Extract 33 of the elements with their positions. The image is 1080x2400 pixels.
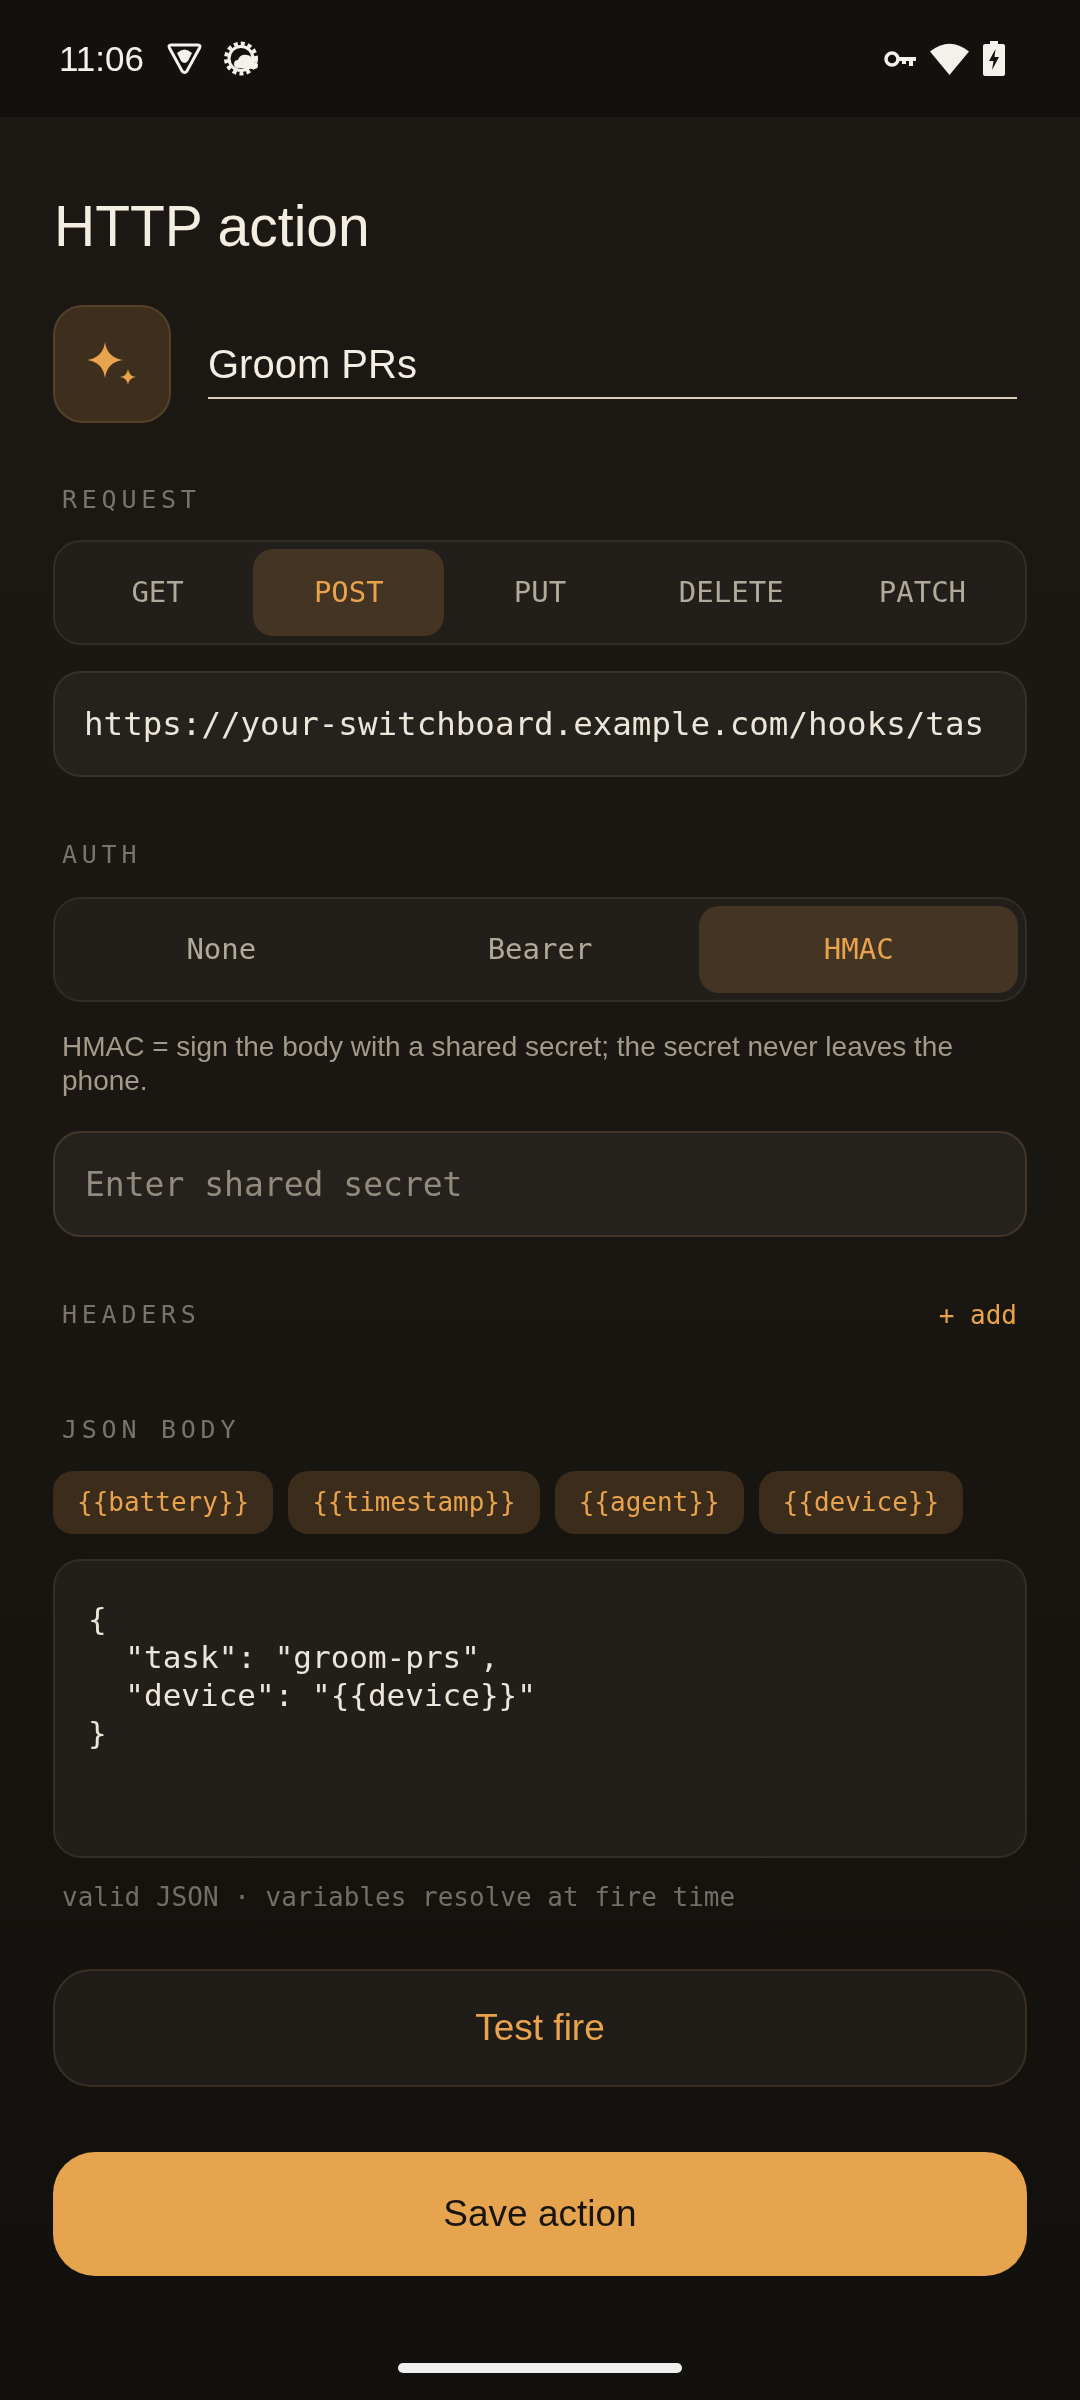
page-title: HTTP action — [53, 193, 371, 260]
triangle-badge-icon — [167, 43, 202, 74]
method-tab[interactable]: DELETE — [635, 549, 827, 636]
save-button[interactable]: Save action — [53, 2152, 1027, 2276]
variable-chip[interactable]: {{timestamp}} — [288, 1471, 540, 1534]
wifi-icon — [930, 42, 969, 75]
add-header-link[interactable]: + add — [938, 1300, 1017, 1330]
section-label: JSON BODY — [61, 1415, 241, 1445]
method-tab[interactable]: PUT — [444, 549, 636, 636]
method-tab[interactable]: PATCH — [826, 549, 1018, 636]
body-hint: valid JSON · variables resolve at fire time — [61, 1881, 737, 1913]
method-tab[interactable]: POST — [253, 549, 445, 636]
auth-tab[interactable]: None — [62, 906, 381, 993]
name-field[interactable]: Groom PRs — [208, 340, 1017, 399]
auth-note: HMAC = sign the body with a shared secret; the secret never leaves the phone. — [61, 1030, 954, 1098]
key-icon — [884, 48, 917, 69]
method-tab[interactable]: GET — [62, 549, 254, 636]
action-icon-tile[interactable] — [53, 305, 171, 423]
url-field[interactable]: https://your-switchboard.example.com/hooks/tas — [53, 671, 1027, 777]
secret-field[interactable]: Enter shared secret — [53, 1131, 1027, 1237]
auth-tab[interactable]: Bearer — [380, 906, 700, 993]
section-label: REQUEST — [61, 485, 201, 515]
battery-charging-icon — [983, 41, 1005, 76]
test-fire-button[interactable]: Test fire — [53, 1969, 1027, 2087]
variable-chip[interactable]: {{agent}} — [554, 1471, 744, 1534]
status-time: 11:06 — [59, 41, 144, 76]
auth-tab[interactable]: HMAC — [699, 906, 1018, 993]
variable-chip[interactable]: {{device}} — [758, 1471, 964, 1534]
section-label: AUTH — [61, 840, 142, 870]
section-label: HEADERS — [61, 1300, 201, 1330]
variable-chip[interactable]: {{battery}} — [53, 1471, 274, 1534]
sparkle-icon — [87, 342, 137, 386]
json-editor[interactable]: { "task": "groom-prs", "device": "{{device}}" } — [53, 1559, 1027, 1858]
